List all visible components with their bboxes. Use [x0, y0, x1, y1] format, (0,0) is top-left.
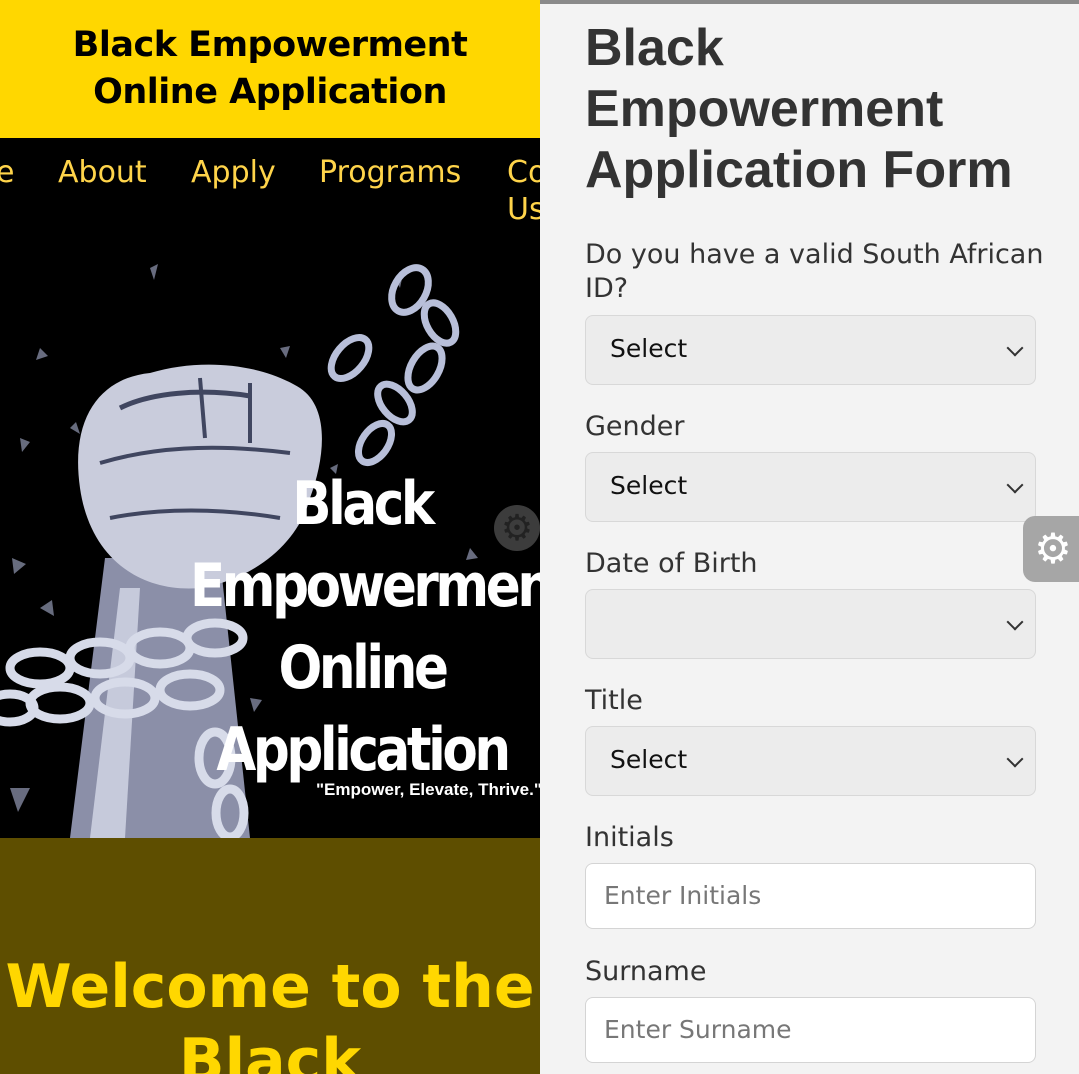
hero-title-line: Online: [278, 633, 449, 703]
welcome-line: Welcome to the: [5, 952, 535, 1022]
nav-item-home[interactable]: e: [0, 154, 14, 191]
hero-title-line: Black: [292, 469, 435, 539]
nav-bar: e About Apply Programs Co Us: [0, 138, 540, 228]
website-pane: Black Empowerment Online Application e A…: [0, 0, 540, 1074]
panel-top-border: [540, 0, 1079, 4]
application-form-panel: Black Empowerment Application Form Do yo…: [540, 0, 1079, 1074]
nav-item-programs[interactable]: Programs: [319, 154, 461, 191]
nav-item-contact-us[interactable]: Us: [507, 191, 540, 228]
initials-label: Initials: [585, 822, 674, 853]
welcome-heading: Welcome to the Black: [0, 950, 540, 1074]
hero-title: Black Empowerment Online Application: [190, 463, 540, 791]
hero-title-line: Application: [216, 715, 511, 785]
chevron-down-icon: [1006, 339, 1024, 357]
hero-tagline: "Empower, Elevate, Thrive.": [316, 780, 540, 799]
sa-id-label: Do you have a valid South African ID?: [585, 239, 1044, 304]
welcome-line: Black: [178, 1026, 362, 1074]
chevron-down-icon: [1006, 476, 1024, 494]
nav-item-about[interactable]: About: [58, 154, 147, 191]
nav-item-apply[interactable]: Apply: [191, 154, 276, 191]
site-header: Black Empowerment Online Application: [0, 0, 540, 138]
site-title: Black Empowerment Online Application: [72, 25, 468, 112]
dob-label: Date of Birth: [585, 548, 758, 579]
chevron-down-icon: [1006, 750, 1024, 768]
gender-select-value: Select: [610, 471, 688, 500]
initials-input[interactable]: Enter Initials: [585, 863, 1036, 929]
title-select-value: Select: [610, 745, 688, 774]
gender-label: Gender: [585, 411, 685, 442]
gear-icon: ⚙: [494, 505, 540, 551]
dob-select[interactable]: [585, 589, 1036, 659]
hero-banner: Black Empowerment Online Application "Em…: [0, 228, 540, 838]
gear-icon[interactable]: ⚙: [1023, 516, 1079, 582]
gender-select[interactable]: Select: [585, 452, 1036, 522]
surname-label: Surname: [585, 956, 707, 987]
sa-id-select[interactable]: Select: [585, 315, 1036, 385]
surname-placeholder: Enter Surname: [604, 1015, 792, 1044]
nav-item-contact[interactable]: Co: [507, 154, 540, 191]
form-title: Black Empowerment Application Form: [585, 19, 1013, 199]
sa-id-select-value: Select: [610, 334, 688, 363]
title-select[interactable]: Select: [585, 726, 1036, 796]
initials-placeholder: Enter Initials: [604, 881, 762, 910]
chevron-down-icon: [1006, 613, 1024, 631]
welcome-section: Welcome to the Black: [0, 838, 540, 1074]
title-label: Title: [585, 685, 643, 716]
hero-title-line: Empowerment: [190, 551, 540, 621]
surname-input[interactable]: Enter Surname: [585, 997, 1036, 1063]
